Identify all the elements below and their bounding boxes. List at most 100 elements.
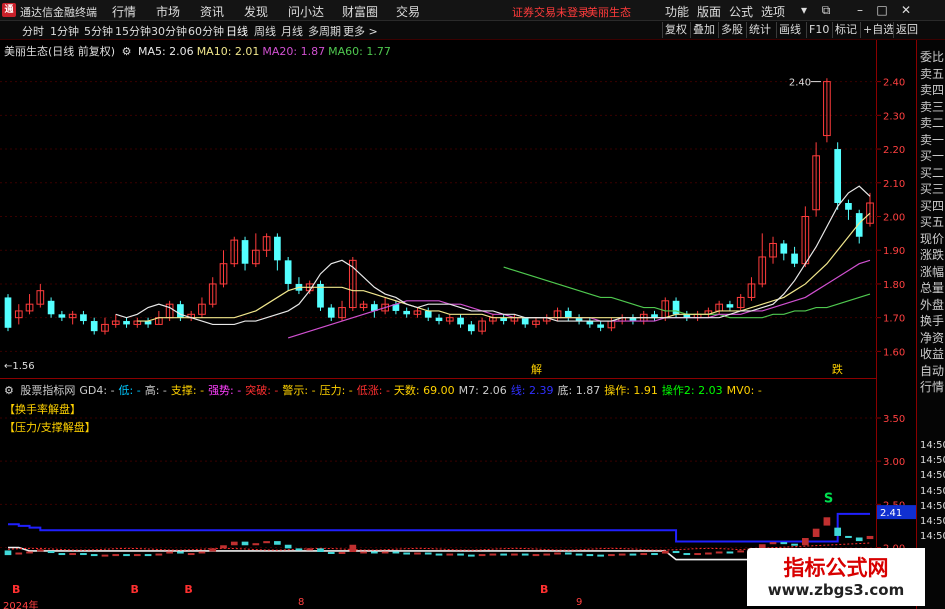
indicator-bar-down [597, 554, 604, 557]
period-daily[interactable]: 日线 [226, 23, 248, 39]
candle-body-down [564, 310, 572, 318]
indicator-bar-up [737, 550, 745, 553]
trade-login-notice[interactable]: 证券交易未登录 [512, 4, 589, 20]
menu-hangqing[interactable]: 行情 [112, 3, 136, 20]
indicator-bar-up [812, 528, 820, 537]
indicator-bar-down [392, 551, 400, 554]
price-tick-label: 1.80 [883, 280, 905, 291]
side-panel-label[interactable]: 卖四 [920, 83, 944, 98]
candle-body-down [467, 324, 475, 332]
indicator-bar-down [683, 553, 691, 556]
side-panel-label[interactable]: 总量 [920, 281, 944, 296]
side-panel-label[interactable]: 涨幅 [920, 265, 944, 280]
menu-banmian[interactable]: 版面 [697, 3, 721, 20]
side-panel-label[interactable]: 委比 [920, 50, 944, 65]
price-tick-label: 1.70 [883, 314, 905, 325]
side-panel-label[interactable]: 外盘 [920, 298, 944, 313]
indicator-bar-up [15, 552, 23, 555]
indicator-bar-down [80, 553, 87, 556]
btn-f10[interactable]: F10 [806, 22, 831, 38]
side-panel-label[interactable]: 收益 [920, 347, 944, 362]
menu-dropdown-icon[interactable]: ▾ [796, 2, 812, 18]
menu-faxian[interactable]: 发现 [244, 3, 268, 20]
period-1min[interactable]: 1分钟 [50, 23, 79, 39]
indicator-bar-up [263, 541, 270, 544]
btn-back[interactable]: 返回 [893, 22, 920, 38]
period-more[interactable]: 更多 > [343, 23, 378, 39]
indicator-pane[interactable]: ⚙ 股票指标网 GD4: - 低: - 高: - 支撑: - 强势: - 突破: - 警示: … [0, 379, 877, 597]
candle-body-down [274, 236, 281, 261]
indicator-tick-label: 3.50 [883, 414, 905, 425]
menu-wenxiaoda[interactable]: 问小达 [288, 3, 324, 20]
period-5min[interactable]: 5分钟 [84, 23, 113, 39]
btn-huaxian[interactable]: 画线 [776, 22, 803, 38]
period-multi[interactable]: 多周期 [308, 23, 341, 39]
indicator-bar-down [586, 554, 594, 557]
btn-diejia[interactable]: 叠加 [690, 22, 717, 38]
side-panel-label[interactable]: 买四 [920, 199, 944, 214]
indicator-bar-up [769, 542, 777, 545]
btn-add-favorite[interactable]: +自选 [860, 22, 896, 38]
menu-jiaoyi[interactable]: 交易 [396, 3, 420, 20]
menu-zixun[interactable]: 资讯 [200, 3, 224, 20]
close-icon[interactable]: ✕ [898, 2, 914, 18]
price-tick-label: 1.60 [883, 347, 905, 358]
btn-biaoji[interactable]: 标记 [832, 22, 859, 38]
side-panel-label[interactable]: 自动 [920, 364, 944, 379]
btn-tongji[interactable]: 统计 [746, 22, 773, 38]
indicator-bar-down [629, 553, 637, 556]
indicator-bar-down [780, 542, 788, 545]
indicator-bar-down [4, 550, 12, 556]
indicator-bar-down [284, 544, 292, 549]
side-panel-label[interactable]: 涨跌 [920, 248, 944, 263]
restore-icon[interactable]: ⧉ [818, 2, 834, 18]
side-panel-label[interactable]: 换手 [920, 314, 944, 329]
side-panel-label[interactable]: 卖一 [920, 133, 944, 148]
low-price-label: ←1.56 [4, 361, 35, 372]
indicator-bar-down [651, 553, 658, 556]
period-60min[interactable]: 60分钟 [188, 23, 224, 39]
maximize-icon[interactable]: □ [874, 2, 890, 18]
indicator-bar-down [575, 553, 583, 556]
candle-body-down [780, 243, 788, 254]
period-30min[interactable]: 30分钟 [151, 23, 187, 39]
menu-gongshi[interactable]: 公式 [729, 3, 753, 20]
side-panel-label[interactable]: 行情 [920, 380, 944, 395]
ma20-line [287, 259, 871, 339]
indicator-bar-up [694, 553, 701, 556]
side-panel-label[interactable]: 净资 [920, 331, 944, 346]
side-panel-label[interactable]: 现价 [920, 232, 944, 247]
indicator-bar-down [845, 535, 852, 538]
menu-gongneng[interactable]: 功能 [665, 3, 689, 20]
menu-caifuquan[interactable]: 财富圈 [342, 3, 378, 20]
period-weekly[interactable]: 周线 [254, 23, 276, 39]
minimize-icon[interactable]: – [852, 2, 868, 18]
indicator-bar-down [457, 553, 464, 556]
menu-xuanxiang[interactable]: 选项 [761, 3, 785, 20]
side-panel-label[interactable]: 买一 [920, 149, 944, 164]
period-monthly[interactable]: 月线 [281, 23, 303, 39]
indicator-bar-up [511, 553, 518, 556]
indicator-bar-down [834, 527, 842, 536]
indicator-bar-up [715, 551, 723, 554]
side-time-label: 14:50 [920, 470, 945, 482]
period-15min[interactable]: 15分钟 [115, 23, 151, 39]
candle-body-down [435, 317, 443, 322]
side-panel-label[interactable]: 卖三 [920, 100, 944, 115]
app-logo-icon: 通 [2, 3, 16, 17]
side-panel-label[interactable]: 卖五 [920, 67, 944, 82]
kline-pane[interactable]: 美丽生态(日线 前复权) ⚙ MA5: 2.06 MA10: 2.01 MA20: … [0, 40, 877, 379]
indicator-bar-up [478, 554, 486, 557]
btn-duogu[interactable]: 多股 [718, 22, 745, 38]
candle-body-down [123, 321, 130, 325]
indicator-bar-up [338, 552, 346, 555]
side-panel-label[interactable]: 买三 [920, 182, 944, 197]
period-fenshi[interactable]: 分时 [22, 23, 44, 39]
candle-body-down [327, 307, 335, 318]
side-panel-label[interactable]: 买二 [920, 166, 944, 181]
menu-shichang[interactable]: 市场 [156, 3, 180, 20]
side-panel-label[interactable]: 买五 [920, 215, 944, 230]
btn-fuquan[interactable]: 复权 [662, 22, 689, 38]
side-panel-label[interactable]: 卖二 [920, 116, 944, 131]
indicator-bar-up [532, 554, 540, 557]
